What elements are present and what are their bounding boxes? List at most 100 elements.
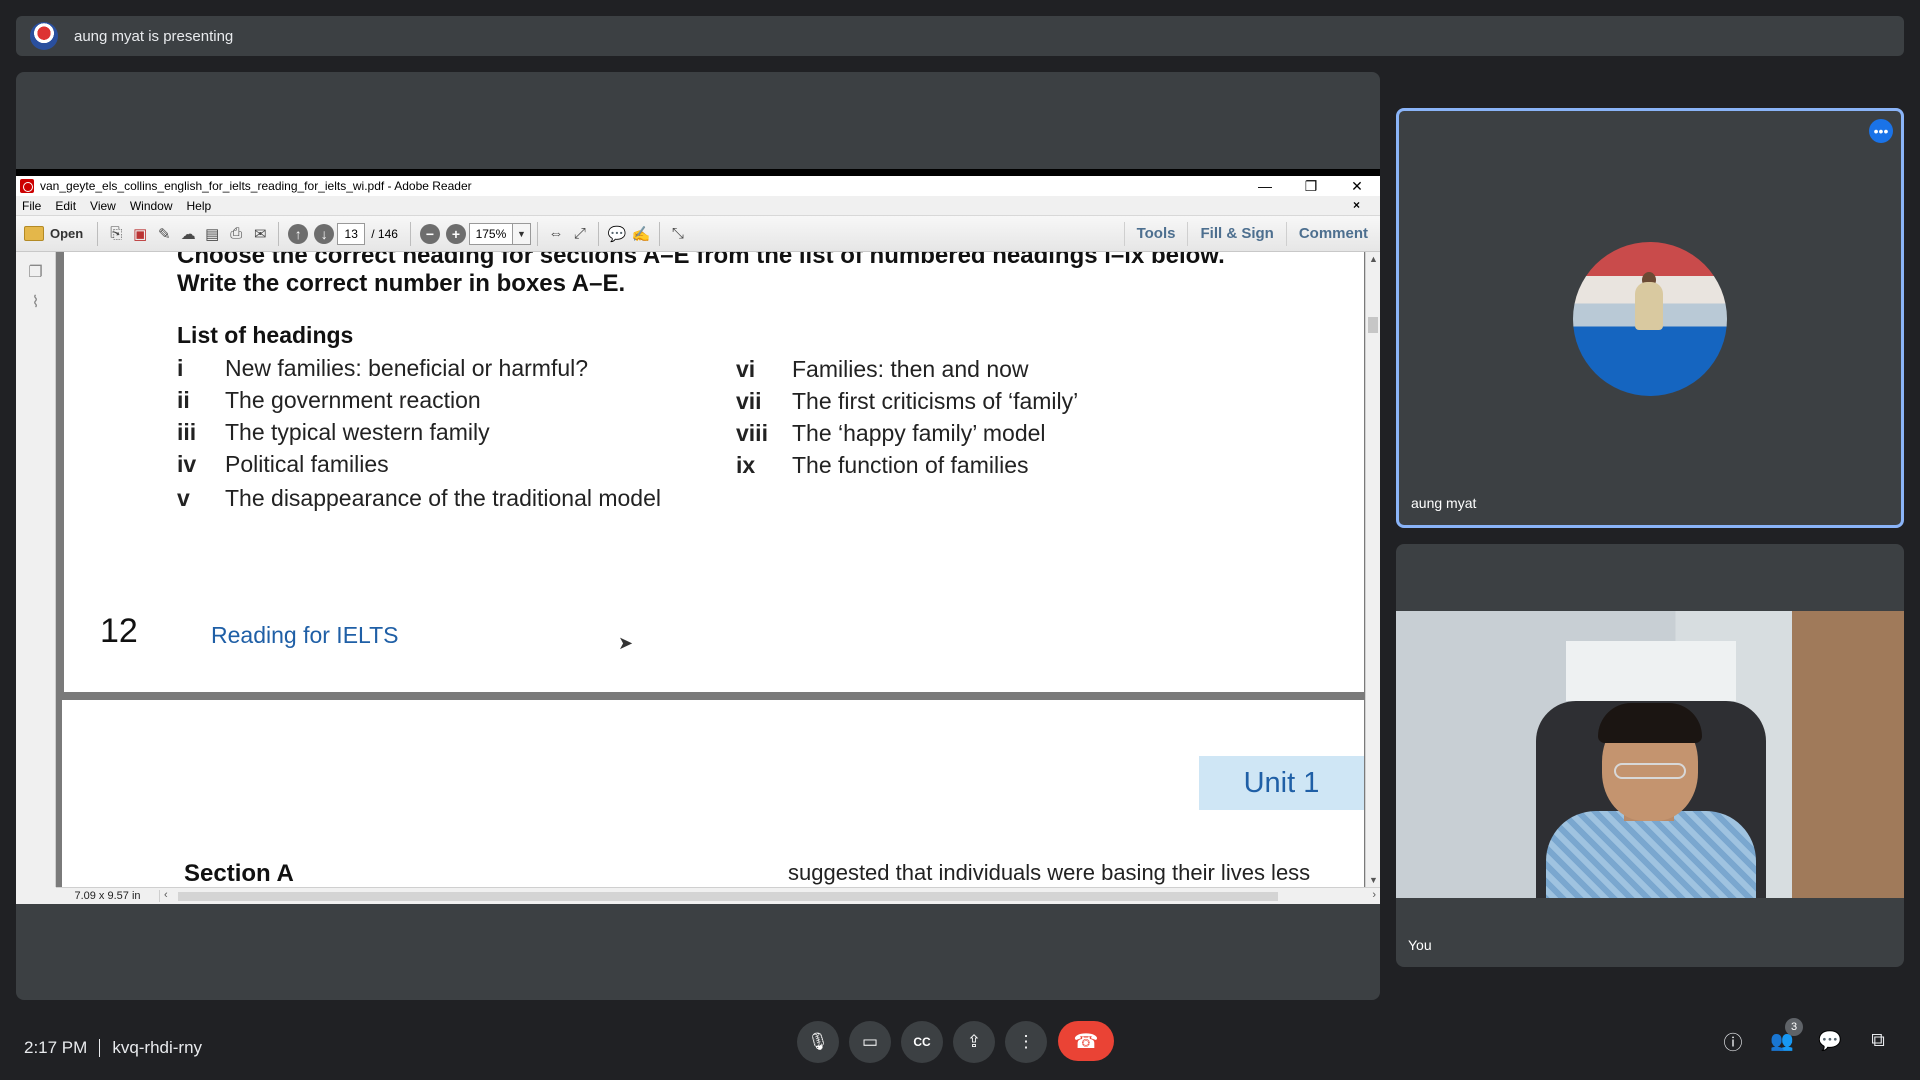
- attachments-paperclip-icon[interactable]: ⌇: [27, 292, 45, 312]
- restore-button[interactable]: ❐: [1288, 176, 1334, 196]
- avatar-person-body: [1635, 282, 1663, 330]
- instruction-line-2: Write the correct number in boxes A–E.: [177, 270, 626, 297]
- highlight-icon[interactable]: ✍: [629, 223, 653, 245]
- camera-button[interactable]: ▭: [849, 1021, 891, 1063]
- self-name: You: [1408, 937, 1432, 953]
- navigation-rail: ❐ ⌇: [16, 252, 56, 887]
- page-number-input[interactable]: 13: [337, 222, 366, 245]
- page-thumbnails-icon[interactable]: ❐: [27, 262, 45, 282]
- more-options-icon[interactable]: •••: [1869, 119, 1893, 143]
- unit-tab: Unit 1: [1199, 756, 1364, 810]
- pdf-page-12: Choose the correct heading for sections …: [64, 252, 1364, 692]
- edit-pdf-icon[interactable]: ✎: [152, 223, 176, 245]
- export-pdf-icon[interactable]: ▣: [128, 223, 152, 245]
- camera-person-hair: [1598, 703, 1702, 743]
- scroll-right-icon[interactable]: ›: [1372, 889, 1376, 901]
- microphone-button[interactable]: 🎙: [797, 1021, 839, 1063]
- section-label: Section A: [184, 860, 294, 887]
- more-vertical-icon: ⋮: [1017, 1032, 1035, 1051]
- heading-text: The disappearance of the traditional mod…: [225, 485, 662, 511]
- document-viewport[interactable]: ❐ ⌇ Choose the correct heading for secti…: [16, 252, 1380, 890]
- camera-background-wall: [1566, 641, 1736, 701]
- heading-item: iv Political families: [177, 451, 389, 478]
- open-label: Open: [50, 226, 84, 241]
- hang-up-icon: ☎: [1073, 1030, 1099, 1053]
- close-document-icon[interactable]: ×: [1353, 198, 1360, 212]
- heading-text: New families: beneficial or harmful?: [225, 355, 589, 381]
- presenter-tile[interactable]: ••• aung myat: [1396, 108, 1904, 528]
- meeting-time: 2:17 PM: [24, 1038, 88, 1057]
- meeting-info: 2:17 PM kvq-rhdi-rny: [24, 1038, 202, 1058]
- self-camera-video: [1396, 611, 1904, 898]
- book-title-footer: Reading for IELTS: [211, 622, 399, 648]
- heading-number: ix: [736, 452, 756, 478]
- menu-help[interactable]: Help: [187, 199, 212, 213]
- heading-item: ix The function of families: [736, 452, 1029, 479]
- zoom-level-input[interactable]: 175%: [468, 222, 513, 245]
- zoom-out-button[interactable]: −: [419, 221, 440, 247]
- menu-view[interactable]: View: [90, 199, 116, 213]
- heading-item: vii The first criticisms of ‘family’: [736, 388, 1078, 415]
- zoom-dropdown-chevron-icon[interactable]: ▼: [512, 222, 531, 245]
- heading-number: i: [177, 355, 184, 381]
- print-icon[interactable]: ⎙: [224, 223, 248, 245]
- next-page-button[interactable]: ↓: [314, 221, 335, 247]
- people-button[interactable]: 👥 3: [1767, 1018, 1803, 1056]
- horizontal-scrollbar[interactable]: ‹ ›: [160, 888, 1380, 905]
- menu-file[interactable]: File: [22, 199, 41, 213]
- fit-width-icon[interactable]: ⇔: [544, 223, 568, 245]
- previous-page-button[interactable]: ↑: [288, 221, 309, 247]
- leave-call-button[interactable]: ☎: [1058, 1021, 1114, 1061]
- heading-number: viii: [736, 420, 768, 446]
- heading-text: The function of families: [792, 452, 1029, 478]
- activities-icon: ⧉: [1871, 1030, 1885, 1051]
- heading-item: v The disappearance of the traditional m…: [177, 485, 661, 512]
- captions-button[interactable]: CC: [901, 1021, 943, 1063]
- email-icon[interactable]: ✉: [248, 223, 272, 245]
- menu-window[interactable]: Window: [130, 199, 173, 213]
- comment-bubble-icon[interactable]: 💬: [605, 223, 629, 245]
- zoom-in-button[interactable]: +: [445, 221, 466, 247]
- heading-text: The ‘happy family’ model: [792, 420, 1046, 446]
- vertical-scrollbar[interactable]: ▲ ▼: [1365, 252, 1380, 887]
- close-window-button[interactable]: ✕: [1334, 176, 1380, 196]
- presenter-avatar-small: [30, 22, 58, 50]
- open-button[interactable]: Open: [16, 226, 91, 241]
- fit-page-icon[interactable]: ⤢: [568, 223, 592, 245]
- vertical-scroll-thumb[interactable]: [1368, 317, 1378, 333]
- create-pdf-icon[interactable]: ⎘: [104, 223, 128, 245]
- reader-status-bar: 7.09 x 9.57 in ‹ ›: [56, 887, 1380, 904]
- minimize-button[interactable]: —: [1242, 176, 1288, 196]
- pdf-page-13: Unit 1 Section A suggested that individu…: [62, 700, 1364, 890]
- fill-sign-tab[interactable]: Fill & Sign: [1187, 222, 1285, 246]
- shared-screen: van_geyte_els_collins_english_for_ielts_…: [16, 72, 1380, 1000]
- camera-person-glasses: [1614, 763, 1686, 779]
- page-number: 12: [100, 612, 138, 650]
- arrow-down-icon: ↓: [314, 223, 335, 244]
- cloud-upload-icon[interactable]: ☁: [176, 223, 200, 245]
- fullscreen-icon[interactable]: ⤡: [666, 223, 690, 245]
- activities-button[interactable]: ⧉: [1863, 1026, 1893, 1056]
- present-screen-button[interactable]: ⇪: [953, 1021, 995, 1063]
- save-icon[interactable]: ▤: [200, 223, 224, 245]
- presenter-avatar: [1573, 242, 1727, 396]
- menu-edit[interactable]: Edit: [55, 199, 76, 213]
- horizontal-scroll-thumb[interactable]: [178, 891, 1278, 901]
- section-text: suggested that individuals were basing t…: [788, 860, 1311, 885]
- scroll-up-icon[interactable]: ▲: [1369, 254, 1378, 264]
- scroll-left-icon[interactable]: ‹: [164, 889, 168, 901]
- heading-text: The typical western family: [225, 419, 490, 445]
- meeting-details-button[interactable]: ⓘ: [1718, 1026, 1748, 1056]
- scroll-down-icon[interactable]: ▼: [1369, 875, 1378, 885]
- heading-number: ii: [177, 387, 190, 413]
- window-controls: — ❐ ✕: [1242, 176, 1380, 196]
- chat-button[interactable]: 💬: [1815, 1026, 1845, 1056]
- tools-tab[interactable]: Tools: [1123, 222, 1188, 246]
- more-options-button[interactable]: ⋮: [1005, 1021, 1047, 1063]
- heading-item: i New families: beneficial or harmful?: [177, 355, 588, 382]
- comment-tab[interactable]: Comment: [1285, 222, 1380, 246]
- heading-number: vi: [736, 356, 756, 382]
- self-video-tile[interactable]: You: [1396, 544, 1904, 967]
- present-screen-icon: ⇪: [966, 1032, 982, 1051]
- toolbar-separator: [97, 221, 99, 246]
